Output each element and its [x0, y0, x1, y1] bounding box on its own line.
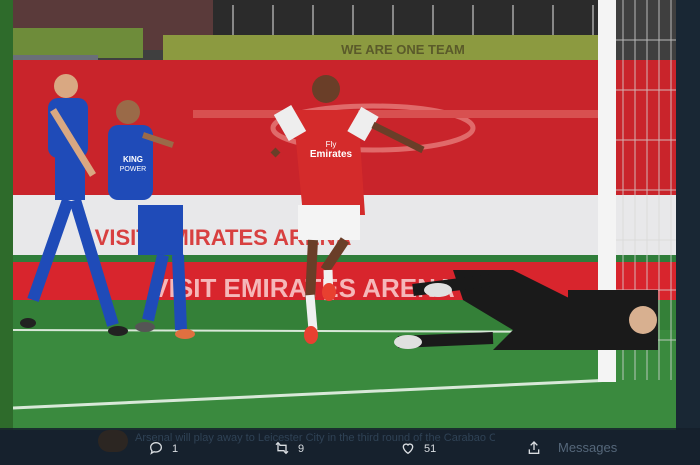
banner-top-text: WE ARE ONE TEAM — [341, 42, 465, 57]
share-icon — [526, 440, 542, 459]
svg-text:Fly: Fly — [326, 140, 337, 149]
messages-drawer-label[interactable]: Messages — [558, 440, 617, 455]
reply-action[interactable]: 1 — [148, 436, 178, 462]
heart-icon — [400, 440, 416, 459]
retweet-count: 9 — [298, 443, 305, 455]
retweet-action[interactable]: 9 — [274, 436, 304, 462]
svg-text:POWER: POWER — [120, 166, 146, 173]
like-action[interactable]: 51 — [400, 436, 436, 462]
svg-text:KING: KING — [123, 155, 143, 164]
tweet-photo[interactable]: WE ARE ONE TEAM VISIT EMIRATES ARENA VIS… — [13, 0, 676, 430]
reply-icon — [148, 440, 164, 459]
svg-text:Emirates: Emirates — [310, 149, 353, 160]
share-action[interactable] — [526, 436, 542, 462]
retweet-icon — [274, 440, 290, 459]
like-count: 51 — [424, 443, 437, 455]
right-edge-strip — [676, 0, 700, 430]
left-edge-strip — [0, 0, 13, 430]
banner-bottom-text: VISIT EMIRATES ARENA — [151, 273, 455, 303]
reply-count: 1 — [172, 443, 179, 455]
